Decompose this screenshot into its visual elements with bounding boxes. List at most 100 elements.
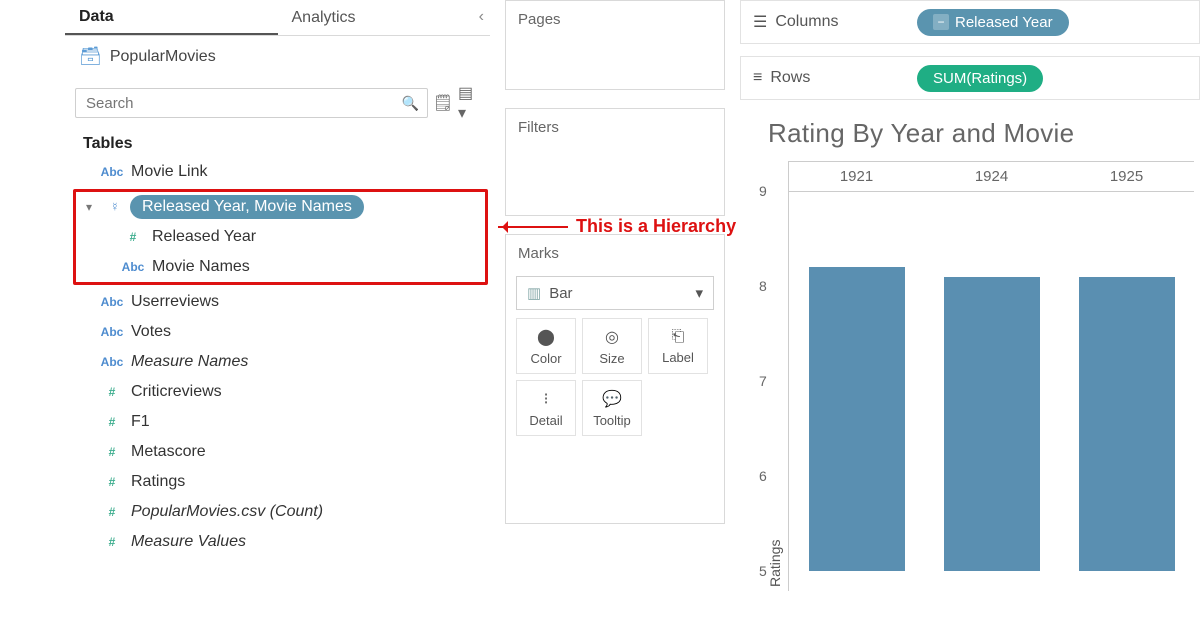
filters-shelf[interactable]: Filters bbox=[505, 108, 725, 216]
pane-tabs: Data Analytics ‹ bbox=[65, 0, 490, 36]
datasource-icon: 🗃 bbox=[79, 46, 102, 67]
mark-type-label: Bar bbox=[549, 285, 572, 302]
field-label: F1 bbox=[127, 413, 490, 431]
field-label: Votes bbox=[127, 323, 490, 341]
datasource-name: PopularMovies bbox=[110, 48, 216, 66]
marks-tooltip[interactable]: 💬 Tooltip bbox=[582, 380, 642, 436]
number-icon: # bbox=[97, 505, 127, 519]
search-box[interactable]: 🔍 bbox=[75, 88, 428, 118]
chevron-down-icon[interactable]: ▾ bbox=[86, 200, 100, 214]
columns-pill-released-year[interactable]: − Released Year bbox=[917, 9, 1069, 36]
color-icon: ⬤ bbox=[537, 327, 555, 347]
annotation-text: This is a Hierarchy bbox=[576, 216, 736, 237]
rows-shelf[interactable]: ≡Rows SUM(Ratings) bbox=[740, 56, 1200, 100]
field-ratings[interactable]: # Ratings bbox=[65, 467, 490, 497]
abc-icon: Abc bbox=[97, 325, 127, 339]
minus-icon[interactable]: − bbox=[933, 14, 949, 30]
y-tick-label: 6 bbox=[759, 468, 767, 484]
marks-color-label: Color bbox=[530, 351, 561, 366]
data-pane: Data Analytics ‹ 🗃 PopularMovies 🔍 🗒 ▤ ▾… bbox=[65, 0, 490, 630]
tab-data[interactable]: Data bbox=[65, 0, 278, 35]
field-votes[interactable]: Abc Votes bbox=[65, 317, 490, 347]
label-icon: ⎗ bbox=[672, 328, 685, 346]
visualization-area: Rating By Year and Movie Ratings 5678919… bbox=[752, 112, 1200, 630]
abc-icon: Abc bbox=[97, 355, 127, 369]
chart-category: 1925 bbox=[1059, 161, 1194, 571]
number-icon: # bbox=[97, 385, 127, 399]
field-label: Ratings bbox=[127, 473, 490, 491]
field-criticreviews[interactable]: # Criticreviews bbox=[65, 377, 490, 407]
field-label: Measure Values bbox=[127, 533, 490, 551]
category-label: 1924 bbox=[924, 161, 1059, 191]
category-label: 1921 bbox=[789, 161, 924, 191]
field-released-year[interactable]: # Released Year bbox=[76, 222, 485, 252]
marks-color[interactable]: ⬤ Color bbox=[516, 318, 576, 374]
rows-pill-sum-ratings[interactable]: SUM(Ratings) bbox=[917, 65, 1043, 92]
field-f1[interactable]: # F1 bbox=[65, 407, 490, 437]
marks-size[interactable]: ◎Size bbox=[582, 318, 642, 374]
number-icon: # bbox=[97, 445, 127, 459]
y-axis-label: Ratings bbox=[767, 540, 783, 587]
chart[interactable]: Ratings 56789192119241925 bbox=[788, 161, 1200, 591]
chart-category: 1924 bbox=[924, 161, 1059, 571]
abc-icon: Abc bbox=[97, 165, 127, 179]
marks-tooltip-label: Tooltip bbox=[593, 413, 631, 428]
collapse-pane-icon[interactable]: ‹ bbox=[479, 8, 484, 26]
field-label: Measure Names bbox=[127, 353, 490, 371]
pages-shelf[interactable]: Pages bbox=[505, 0, 725, 90]
field-label: Criticreviews bbox=[127, 383, 490, 401]
bar[interactable] bbox=[1079, 277, 1175, 572]
bar[interactable] bbox=[944, 277, 1040, 572]
field-list: Abc Movie Link ▾ ☿ Released Year, Movie … bbox=[65, 155, 490, 557]
marks-title: Marks bbox=[506, 235, 724, 268]
number-icon: # bbox=[97, 415, 127, 429]
top-shelves: ☰Columns − Released Year ≡Rows SUM(Ratin… bbox=[740, 0, 1200, 112]
rows-label: Rows bbox=[770, 69, 810, 87]
pages-title: Pages bbox=[506, 1, 724, 34]
pill-label: SUM(Ratings) bbox=[933, 70, 1027, 87]
chevron-down-icon: ▾ bbox=[695, 284, 703, 302]
marks-detail[interactable]: ⁝ Detail bbox=[516, 380, 576, 436]
view-options-icon[interactable]: ▤ ▾ bbox=[458, 83, 480, 123]
marks-size-label: Size bbox=[599, 351, 624, 366]
bar-icon: ▥ bbox=[527, 284, 541, 302]
search-input[interactable] bbox=[84, 94, 402, 113]
abc-icon: Abc bbox=[118, 260, 148, 274]
columns-shelf[interactable]: ☰Columns − Released Year bbox=[740, 0, 1200, 44]
category-label: 1925 bbox=[1059, 161, 1194, 191]
y-tick-label: 5 bbox=[759, 563, 767, 579]
marks-label-label: Label bbox=[662, 350, 694, 365]
field-userreviews[interactable]: Abc Userreviews bbox=[65, 287, 490, 317]
field-hierarchy-released-year-movie-names[interactable]: ▾ ☿ Released Year, Movie Names bbox=[76, 192, 485, 222]
field-label: Released Year, Movie Names bbox=[130, 195, 364, 219]
tables-heading: Tables bbox=[65, 129, 490, 155]
y-tick-label: 7 bbox=[759, 373, 767, 389]
field-label: Metascore bbox=[127, 443, 490, 461]
datasource-row[interactable]: 🗃 PopularMovies bbox=[65, 36, 490, 71]
tooltip-icon: 💬 bbox=[602, 389, 622, 409]
number-icon: # bbox=[97, 475, 127, 489]
detail-icon: ⁝ bbox=[543, 389, 548, 409]
field-movie-names[interactable]: Abc Movie Names bbox=[76, 252, 485, 282]
chart-title: Rating By Year and Movie bbox=[752, 112, 1200, 161]
field-measure-names[interactable]: Abc Measure Names bbox=[65, 347, 490, 377]
field-measure-values[interactable]: # Measure Values bbox=[65, 527, 490, 557]
y-tick-label: 9 bbox=[759, 183, 767, 199]
marks-label[interactable]: ⎗ Label bbox=[648, 318, 708, 374]
filter-icon[interactable]: 🗒 bbox=[432, 93, 454, 113]
tab-analytics[interactable]: Analytics bbox=[278, 0, 491, 35]
field-popularmovies-count[interactable]: # PopularMovies.csv (Count) bbox=[65, 497, 490, 527]
marks-detail-label: Detail bbox=[529, 413, 562, 428]
marks-card: Marks ▥ Bar ▾ ⬤ Color ◎Size ⎗ Label ⁝ Detai… bbox=[505, 234, 725, 524]
hierarchy-annotation: This is a Hierarchy bbox=[498, 216, 736, 237]
columns-label: Columns bbox=[775, 13, 838, 31]
chart-category: 1921 bbox=[789, 161, 924, 571]
field-metascore[interactable]: # Metascore bbox=[65, 437, 490, 467]
number-icon: # bbox=[118, 230, 148, 244]
mark-type-dropdown[interactable]: ▥ Bar ▾ bbox=[516, 276, 714, 310]
bar[interactable] bbox=[809, 267, 905, 571]
shelves-column: Pages Filters Marks ▥ Bar ▾ ⬤ Color ◎Size… bbox=[505, 0, 725, 630]
field-label: PopularMovies.csv (Count) bbox=[127, 503, 490, 521]
field-label: Released Year bbox=[148, 228, 485, 246]
field-movie-link[interactable]: Abc Movie Link bbox=[65, 157, 490, 187]
